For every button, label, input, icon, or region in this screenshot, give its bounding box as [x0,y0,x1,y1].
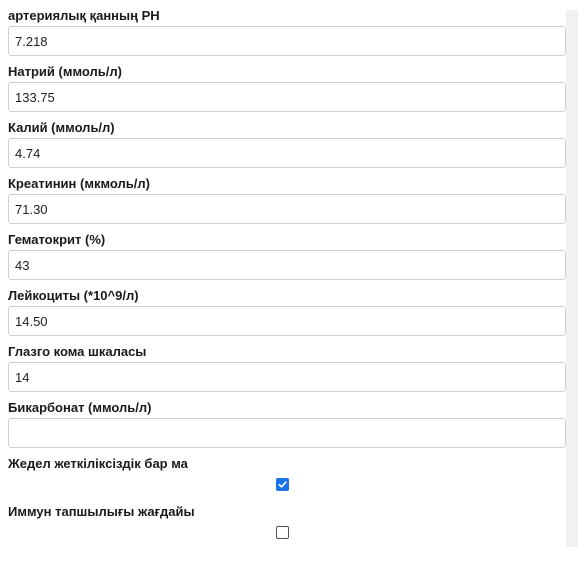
glasgow-coma-label: Глазго кома шкаласы [8,344,147,359]
acute-failure-checkbox[interactable] [276,478,289,491]
glasgow-coma-input[interactable] [8,362,566,392]
hematocrit-input[interactable] [8,250,566,280]
potassium-input[interactable] [8,138,566,168]
ph-input[interactable] [8,26,566,56]
bicarbonate-label: Бикарбонат (ммоль/л) [8,400,152,415]
sodium-input[interactable] [8,82,566,112]
sodium-label: Натрий (ммоль/л) [8,64,122,79]
creatinine-label: Креатинин (мкмоль/л) [8,176,150,191]
ph-label: артериялық қанның PH [8,8,160,23]
acute-failure-row [8,474,566,496]
creatinine-input[interactable] [8,194,566,224]
leukocytes-input[interactable] [8,306,566,336]
potassium-label: Калий (ммоль/л) [8,120,115,135]
immunodeficiency-label: Иммун тапшылығы жағдайы [8,504,195,519]
lab-values-form: артериялық қанның PH Натрий (ммоль/л) Ка… [8,0,566,544]
acute-failure-label: Жедел жеткіліксіздік бар ма [8,456,188,471]
hematocrit-label: Гематокрит (%) [8,232,106,247]
immunodeficiency-checkbox[interactable] [276,526,289,539]
scrollbar-track[interactable] [566,10,578,547]
leukocytes-label: Лейкоциты (*10^9/л) [8,288,139,303]
immunodeficiency-row [8,522,566,544]
checkmark-icon [278,481,287,488]
bicarbonate-input[interactable] [8,418,566,448]
